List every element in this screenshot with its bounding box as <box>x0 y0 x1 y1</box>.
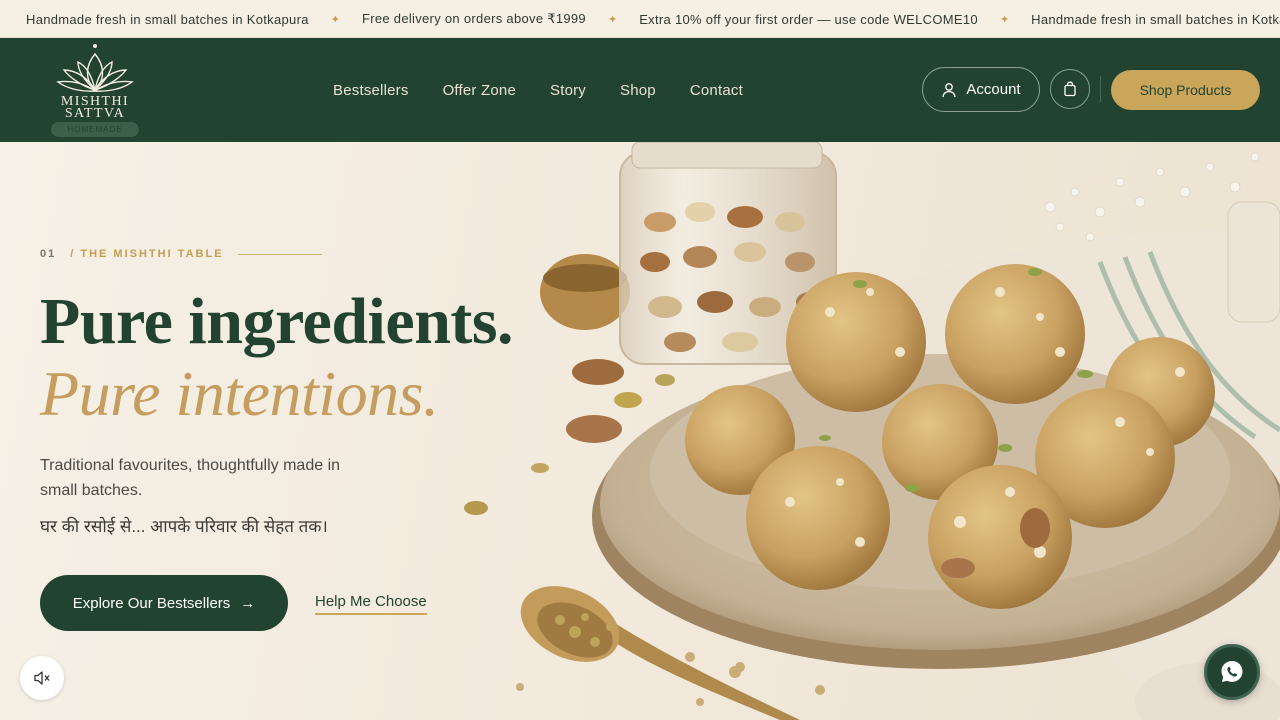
lotus-logo-icon <box>56 44 134 92</box>
kicker-number: 01 <box>40 248 57 260</box>
nav-link-shop[interactable]: Shop <box>620 82 656 99</box>
logo-wordmark-line2: SATTVA <box>64 106 126 121</box>
shopping-bag-icon <box>1064 81 1076 97</box>
header-divider <box>1100 76 1101 102</box>
announcement-item: Free delivery on orders above ₹1999 <box>361 11 586 26</box>
kicker-label: / THE MISHTHI TABLE <box>70 248 224 260</box>
user-icon <box>942 82 957 97</box>
nav-link-bestsellers[interactable]: Bestsellers <box>333 82 409 99</box>
star-separator-icon: ✦ <box>607 13 618 26</box>
nav-link-contact[interactable]: Contact <box>690 82 743 99</box>
mute-toggle-button[interactable] <box>20 656 64 700</box>
arrow-right-icon: → <box>240 594 256 612</box>
hero-hindi-tagline: घर की रसोई से... आपके परिवार की सेहत तक। <box>40 517 328 536</box>
hero-kicker: 01 / THE MISHTHI TABLE <box>40 248 322 260</box>
hero-section: 01 / THE MISHTHI TABLE Pure ingredients.… <box>0 142 1280 720</box>
announcement-item: Handmade fresh in small batches in Kotka… <box>26 11 309 27</box>
help-me-choose-link[interactable]: Help Me Choose <box>315 593 427 615</box>
announcement-item: Extra 10% off your first order — use cod… <box>639 11 978 27</box>
hero-title: Pure ingredients. <box>40 285 514 358</box>
explore-bestsellers-label: Explore Our Bestsellers <box>72 594 231 612</box>
nav-link-offer-zone[interactable]: Offer Zone <box>443 82 516 99</box>
main-nav: Bestsellers Offer Zone Story Shop Contac… <box>333 38 743 142</box>
account-label: Account <box>966 81 1021 98</box>
nav-link-story[interactable]: Story <box>550 82 586 99</box>
whatsapp-chat-button[interactable] <box>1204 644 1260 700</box>
announcement-track: Handmade fresh in small batches in Kotka… <box>26 0 1280 37</box>
site-header: MISHTHI SATTVA HOMEMADE Bestsellers Offe… <box>0 38 1280 142</box>
star-separator-icon: ✦ <box>999 13 1010 26</box>
whatsapp-icon <box>1221 661 1243 682</box>
speaker-muted-icon <box>34 671 50 685</box>
explore-bestsellers-button[interactable]: Explore Our Bestsellers → <box>40 575 288 631</box>
kicker-rule <box>237 253 322 255</box>
site-logo[interactable]: MISHTHI SATTVA HOMEMADE <box>50 42 140 138</box>
account-button[interactable]: Account <box>922 67 1040 112</box>
announcement-bar: Handmade fresh in small batches in Kotka… <box>0 0 1280 38</box>
logo-badge: HOMEMADE <box>51 122 139 137</box>
star-separator-icon: ✦ <box>330 13 340 26</box>
hero-subtitle: Traditional favourites, thoughtfully mad… <box>40 457 341 499</box>
cart-button[interactable] <box>1050 69 1090 109</box>
shop-products-button[interactable]: Shop Products <box>1111 70 1260 110</box>
hero-title-accent: Pure intentions. <box>40 358 439 429</box>
announcement-item: Handmade fresh in small batches in Kotka… <box>1031 11 1280 27</box>
